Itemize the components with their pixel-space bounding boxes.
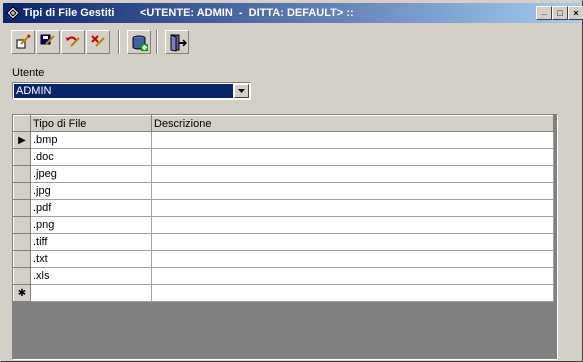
table-row[interactable]: .doc [13, 148, 554, 166]
undo-button[interactable] [61, 30, 85, 54]
cell-descrizione[interactable] [151, 148, 554, 166]
toolbar-separator [118, 30, 120, 54]
save-button[interactable] [36, 30, 60, 54]
cell-descrizione[interactable] [151, 131, 554, 149]
window-context: <UTENTE: ADMIN - DITTA: DEFAULT> :: [140, 7, 354, 19]
save-icon [40, 34, 55, 45]
cell-tipo[interactable]: .tiff [30, 233, 152, 251]
table-row[interactable]: .xls [13, 267, 554, 285]
cell-tipo[interactable]: .bmp [30, 131, 152, 149]
file-types-table: Tipo di File Descrizione ▶ .bmp .doc .jpeg.… [13, 115, 554, 302]
undo-icon [66, 36, 80, 47]
file-types-grid[interactable]: Tipo di File Descrizione ▶ .bmp .doc .jpeg.… [12, 114, 558, 360]
table-row[interactable]: .png [13, 216, 554, 234]
new-row[interactable]: ✱ [13, 284, 554, 302]
row-selector[interactable] [13, 250, 31, 268]
cell-descrizione[interactable] [151, 199, 554, 217]
cell-tipo[interactable]: .txt [30, 250, 152, 268]
table-row[interactable]: ▶ .bmp [13, 131, 554, 149]
cell-descrizione[interactable] [151, 267, 554, 285]
toolbar-separator-2 [156, 30, 158, 54]
column-header-descrizione[interactable]: Descrizione [151, 115, 554, 132]
row-selector[interactable] [13, 148, 31, 166]
row-selector[interactable] [13, 233, 31, 251]
delete-icon [91, 35, 105, 47]
row-selector[interactable] [13, 216, 31, 234]
grid-header-row: Tipo di File Descrizione [13, 115, 554, 132]
cell-tipo[interactable]: .xls [30, 267, 152, 285]
cell-tipo[interactable]: .jpg [30, 182, 152, 200]
cell-descrizione[interactable] [151, 233, 554, 251]
table-row[interactable]: .txt [13, 250, 554, 268]
chevron-down-icon [238, 89, 245, 93]
cell-descrizione[interactable] [151, 165, 554, 183]
new-record-icon [16, 34, 31, 49]
maximize-button[interactable]: □ [552, 6, 568, 20]
cell-descrizione[interactable] [151, 182, 554, 200]
column-header-tipo[interactable]: Tipo di File [30, 115, 152, 132]
utente-select[interactable]: ADMIN [12, 82, 251, 100]
exit-button[interactable] [165, 30, 189, 54]
cell-tipo-new[interactable] [30, 284, 152, 302]
cell-tipo[interactable]: .png [30, 216, 152, 234]
row-selector[interactable] [13, 182, 31, 200]
table-row[interactable]: .jpg [13, 182, 554, 200]
row-selector[interactable] [13, 165, 31, 183]
grid-body: ▶ .bmp .doc .jpeg .jpg .pdf .png .tiff .txt .xls ✱ [13, 131, 554, 302]
exit-door-icon [170, 34, 187, 52]
new-row-indicator[interactable]: ✱ [13, 284, 31, 302]
grid-corner [13, 115, 31, 132]
title-bar[interactable]: Tipi di File Gestiti <UTENTE: ADMIN - DI… [3, 3, 583, 23]
cell-tipo[interactable]: .jpeg [30, 165, 152, 183]
utente-label: Utente [12, 67, 45, 79]
table-row[interactable]: .pdf [13, 199, 554, 217]
table-row[interactable]: .jpeg [13, 165, 554, 183]
row-selector[interactable] [13, 267, 31, 285]
current-row-indicator[interactable]: ▶ [13, 131, 31, 149]
database-add-icon [132, 35, 148, 51]
delete-button[interactable] [86, 30, 110, 54]
close-icon: × [573, 8, 579, 18]
cell-descrizione[interactable] [151, 216, 554, 234]
minimize-icon: _ [541, 6, 547, 16]
cell-tipo[interactable]: .pdf [30, 199, 152, 217]
cell-descrizione-new[interactable] [151, 284, 554, 302]
dropdown-button[interactable] [234, 84, 249, 98]
row-selector[interactable] [13, 199, 31, 217]
database-add-button[interactable] [127, 30, 151, 54]
window-title: Tipi di File Gestiti [23, 7, 115, 19]
minimize-button[interactable]: _ [536, 6, 552, 20]
cell-descrizione[interactable] [151, 250, 554, 268]
app-icon [6, 6, 20, 20]
close-button[interactable]: × [568, 6, 583, 20]
new-button[interactable] [11, 30, 35, 54]
table-row[interactable]: .tiff [13, 233, 554, 251]
utente-select-value: ADMIN [14, 84, 233, 98]
main-window: Tipi di File Gestiti <UTENTE: ADMIN - DI… [0, 0, 583, 362]
maximize-icon: □ [557, 8, 563, 18]
cell-tipo[interactable]: .doc [30, 148, 152, 166]
